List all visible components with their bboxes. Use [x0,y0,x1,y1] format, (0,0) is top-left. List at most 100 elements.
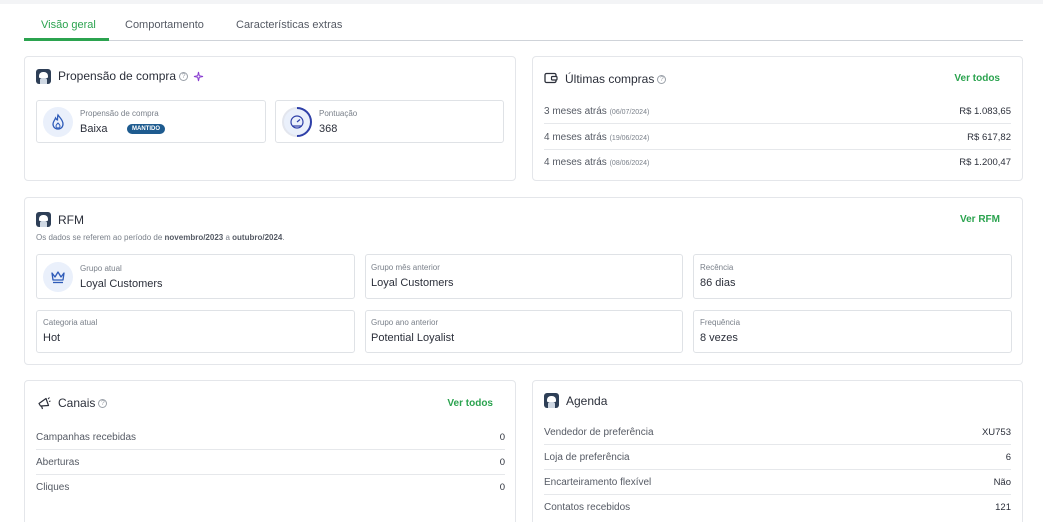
list-item: 3 meses atrás (06/07/2024) R$ 1.083,65 [544,99,1011,124]
ver-rfm-link[interactable]: Ver RFM [960,214,1000,225]
help-icon[interactable]: ? [657,75,667,85]
agenda-label: Vendedor de preferência [544,427,654,438]
categoria-atual-box: Categoria atual Hot [36,310,355,353]
grupo-atual-label: Grupo atual [80,264,122,273]
rfm-card: RFM Ver RFM Os dados se referem ao perío… [24,197,1023,365]
grupo-ano-value: Potential Loyalist [371,332,455,344]
megaphone-icon [38,397,51,410]
grupo-mes-anterior-box: Grupo mês anterior Loyal Customers [365,254,683,299]
purchase-date: (06/07/2024) [609,109,650,116]
tab-bar: Visão geral Comportamento Característica… [24,12,1023,41]
purchase-label: 3 meses atrás (06/07/2024) [544,106,649,117]
agenda-label: Loja de preferência [544,452,630,463]
agenda-value: Não [993,477,1011,488]
ultimas-compras-title: Últimas compras? [565,72,667,86]
propensao-box: Propensão de compra Baixa MANTIDO [36,100,266,143]
agenda-title: Agenda [566,394,608,408]
agenda-value: 6 [1005,452,1011,463]
purchase-label: 4 meses atrás (08/06/2024) [544,157,649,168]
sparkle-icon [194,72,204,82]
avatar [544,393,559,408]
propensao-title-text: Propensão de compra [58,69,177,83]
recencia-value: 86 dias [700,277,736,289]
channel-label: Aberturas [36,457,80,468]
tab-comportamento[interactable]: Comportamento [125,19,204,31]
list-item: Contatos recebidos 121 [544,495,1011,520]
categoria-label: Categoria atual [43,318,98,327]
active-tab-indicator [24,38,109,41]
grupo-ano-label: Grupo ano anterior [371,318,439,327]
status-badge: MANTIDO [127,124,165,134]
ultimas-title-text: Últimas compras [565,72,655,86]
grupo-atual-value: Loyal Customers [80,278,163,290]
list-item: Vendedor de preferência XU753 [544,420,1011,445]
canais-title: Canais? [58,396,108,410]
agenda-value: XU753 [981,427,1011,438]
recencia-box: Recência 86 dias [693,254,1012,299]
agenda-label: Contatos recebidos [544,502,631,513]
pontuacao-value: 368 [319,123,338,135]
grupo-ano-anterior-box: Grupo ano anterior Potential Loyalist [365,310,683,353]
purchase-value: R$ 1.200,47 [959,157,1011,168]
propensao-card: Propensão de compra? Propensão de compra… [24,56,516,181]
ultimas-compras-card: Últimas compras? Ver todos 3 meses atrás… [532,56,1023,181]
grupo-mes-value: Loyal Customers [371,277,454,289]
channel-label: Campanhas recebidas [36,432,137,443]
score-gauge-icon [282,107,312,137]
propensao-value: Baixa [80,123,108,135]
list-item: Cliques 0 [36,475,505,500]
ver-todos-compras-link[interactable]: Ver todos [954,73,1000,84]
ver-todos-canais-link[interactable]: Ver todos [447,398,493,409]
frequencia-box: Frequência 8 vezes [693,310,1012,353]
period-start: novembro/2023 [164,233,224,242]
purchase-date: (19/06/2024) [609,135,650,142]
channel-value: 0 [499,482,505,493]
wallet-icon [544,72,558,84]
pontuacao-label: Pontuação [319,109,358,118]
frequencia-value: 8 vezes [700,332,738,344]
tab-caracteristicas-extras[interactable]: Características extras [236,19,342,31]
list-item: Campanhas recebidas 0 [36,425,505,450]
list-item: Loja de preferência 6 [544,445,1011,470]
recencia-label: Recência [700,263,734,272]
propensao-label: Propensão de compra [80,109,159,118]
propensao-title: Propensão de compra? [58,69,204,83]
avatar [36,69,51,84]
purchase-when: 4 meses atrás [544,157,607,168]
canais-title-text: Canais [58,396,96,410]
purchase-label: 4 meses atrás (19/06/2024) [544,132,649,143]
tab-visao-geral[interactable]: Visão geral [41,19,96,31]
fire-icon [43,107,73,137]
list-item: 4 meses atrás (08/06/2024) R$ 1.200,47 [544,150,1011,175]
rfm-period-text: Os dados se referem ao período de novemb… [36,233,285,242]
grupo-mes-label: Grupo mês anterior [371,263,440,272]
rfm-title: RFM [58,213,84,227]
purchase-date: (08/06/2024) [609,160,650,167]
frequencia-label: Frequência [700,318,741,327]
channel-label: Cliques [36,482,70,493]
purchase-value: R$ 1.083,65 [959,106,1011,117]
grupo-atual-box: Grupo atual Loyal Customers [36,254,355,299]
crown-icon [43,262,73,292]
avatar [36,212,51,227]
agenda-value: 121 [995,502,1011,513]
purchase-when: 4 meses atrás [544,132,607,143]
agenda-card: Agenda Vendedor de preferência XU753 Loj… [532,380,1023,522]
period-separator: a [223,233,233,242]
top-strip [0,0,1043,4]
agenda-label: Encarteiramento flexível [544,477,652,488]
list-item: Encarteiramento flexível Não [544,470,1011,495]
help-icon[interactable]: ? [179,72,189,82]
list-item: Aberturas 0 [36,450,505,475]
channel-value: 0 [499,457,505,468]
period-suffix: . [282,233,285,242]
channel-value: 0 [499,432,505,443]
pontuacao-box: Pontuação 368 [275,100,504,143]
canais-card: Canais? Ver todos Campanhas recebidas 0 … [24,380,516,522]
categoria-value: Hot [43,332,61,344]
help-icon[interactable]: ? [98,399,108,409]
purchase-value: R$ 617,82 [967,132,1011,143]
purchase-when: 3 meses atrás [544,106,607,117]
period-prefix: Os dados se referem ao período de [36,233,165,242]
period-end: outubro/2024 [232,233,283,242]
